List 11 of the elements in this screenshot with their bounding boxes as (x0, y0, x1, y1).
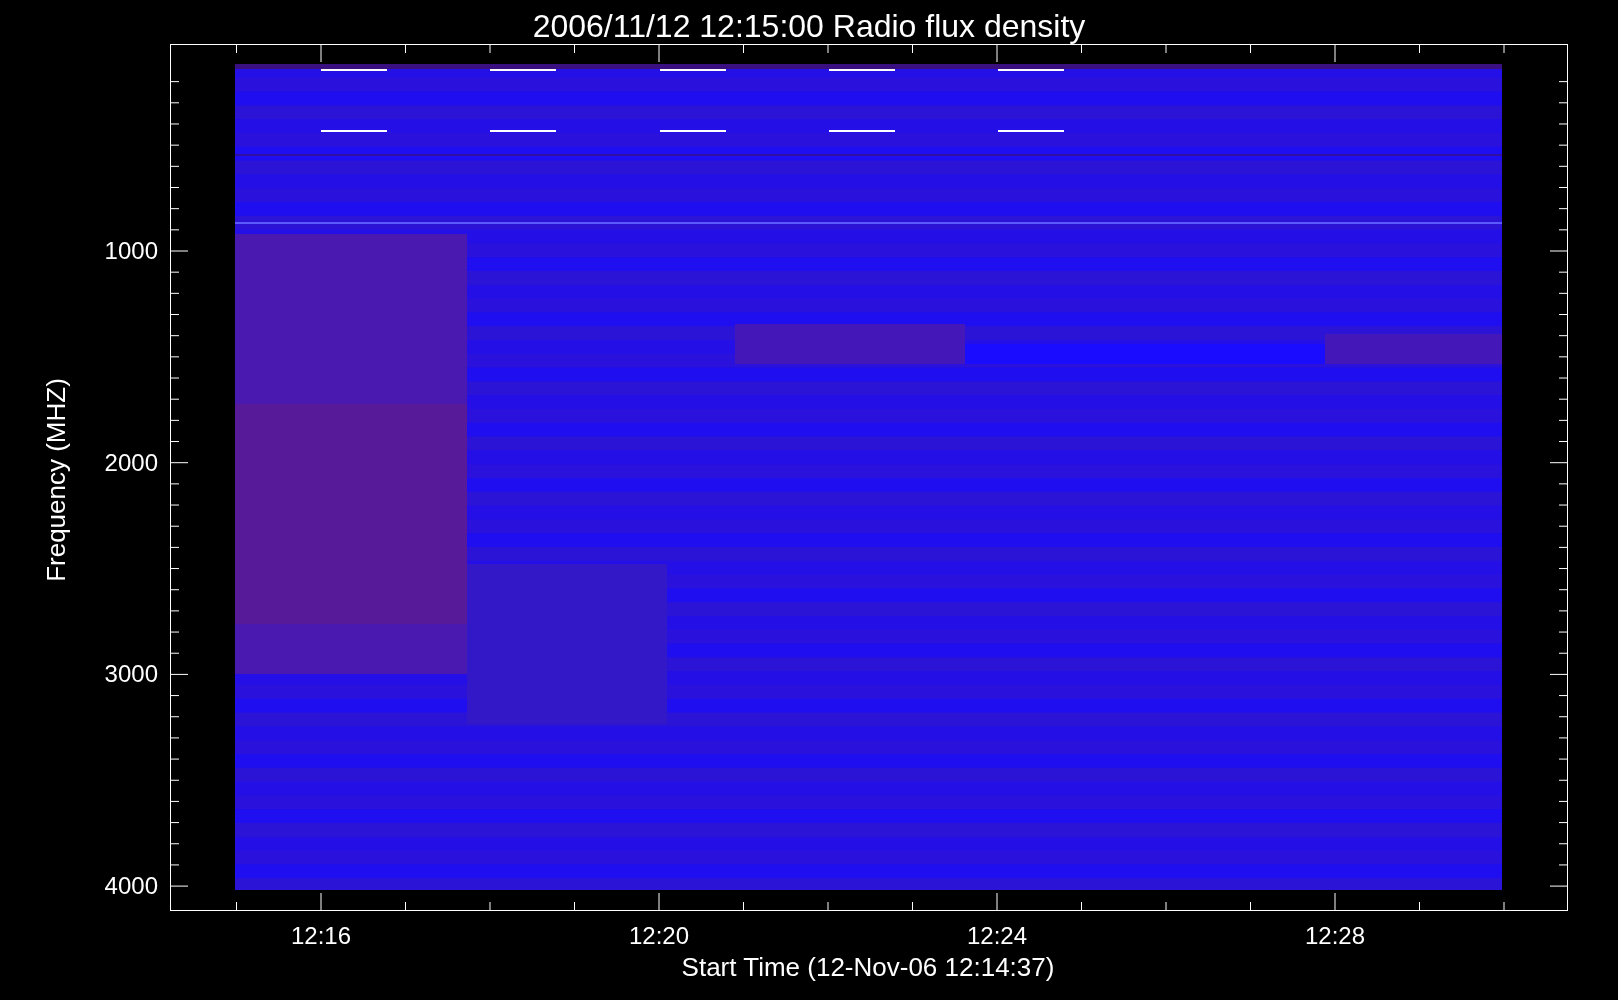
y-axis-label: Frequency (MHZ) (43, 378, 69, 582)
y-tick-label: 1000 (104, 239, 158, 263)
x-tick-label: 12:24 (966, 924, 1028, 948)
x-axis-label: Start Time (12-Nov-06 12:14:37) (681, 954, 1055, 980)
y-tick-label: 2000 (104, 450, 158, 475)
x-tick-label: 12:20 (628, 924, 690, 948)
chart-title: 2006/11/12 12:15:00 Radio flux density (531, 7, 1087, 46)
x-tick-label: 12:16 (290, 924, 352, 948)
y-tick-label: 4000 (104, 874, 158, 899)
x-tick-label: 12:28 (1304, 924, 1366, 948)
y-tick-label: 3000 (104, 662, 158, 687)
